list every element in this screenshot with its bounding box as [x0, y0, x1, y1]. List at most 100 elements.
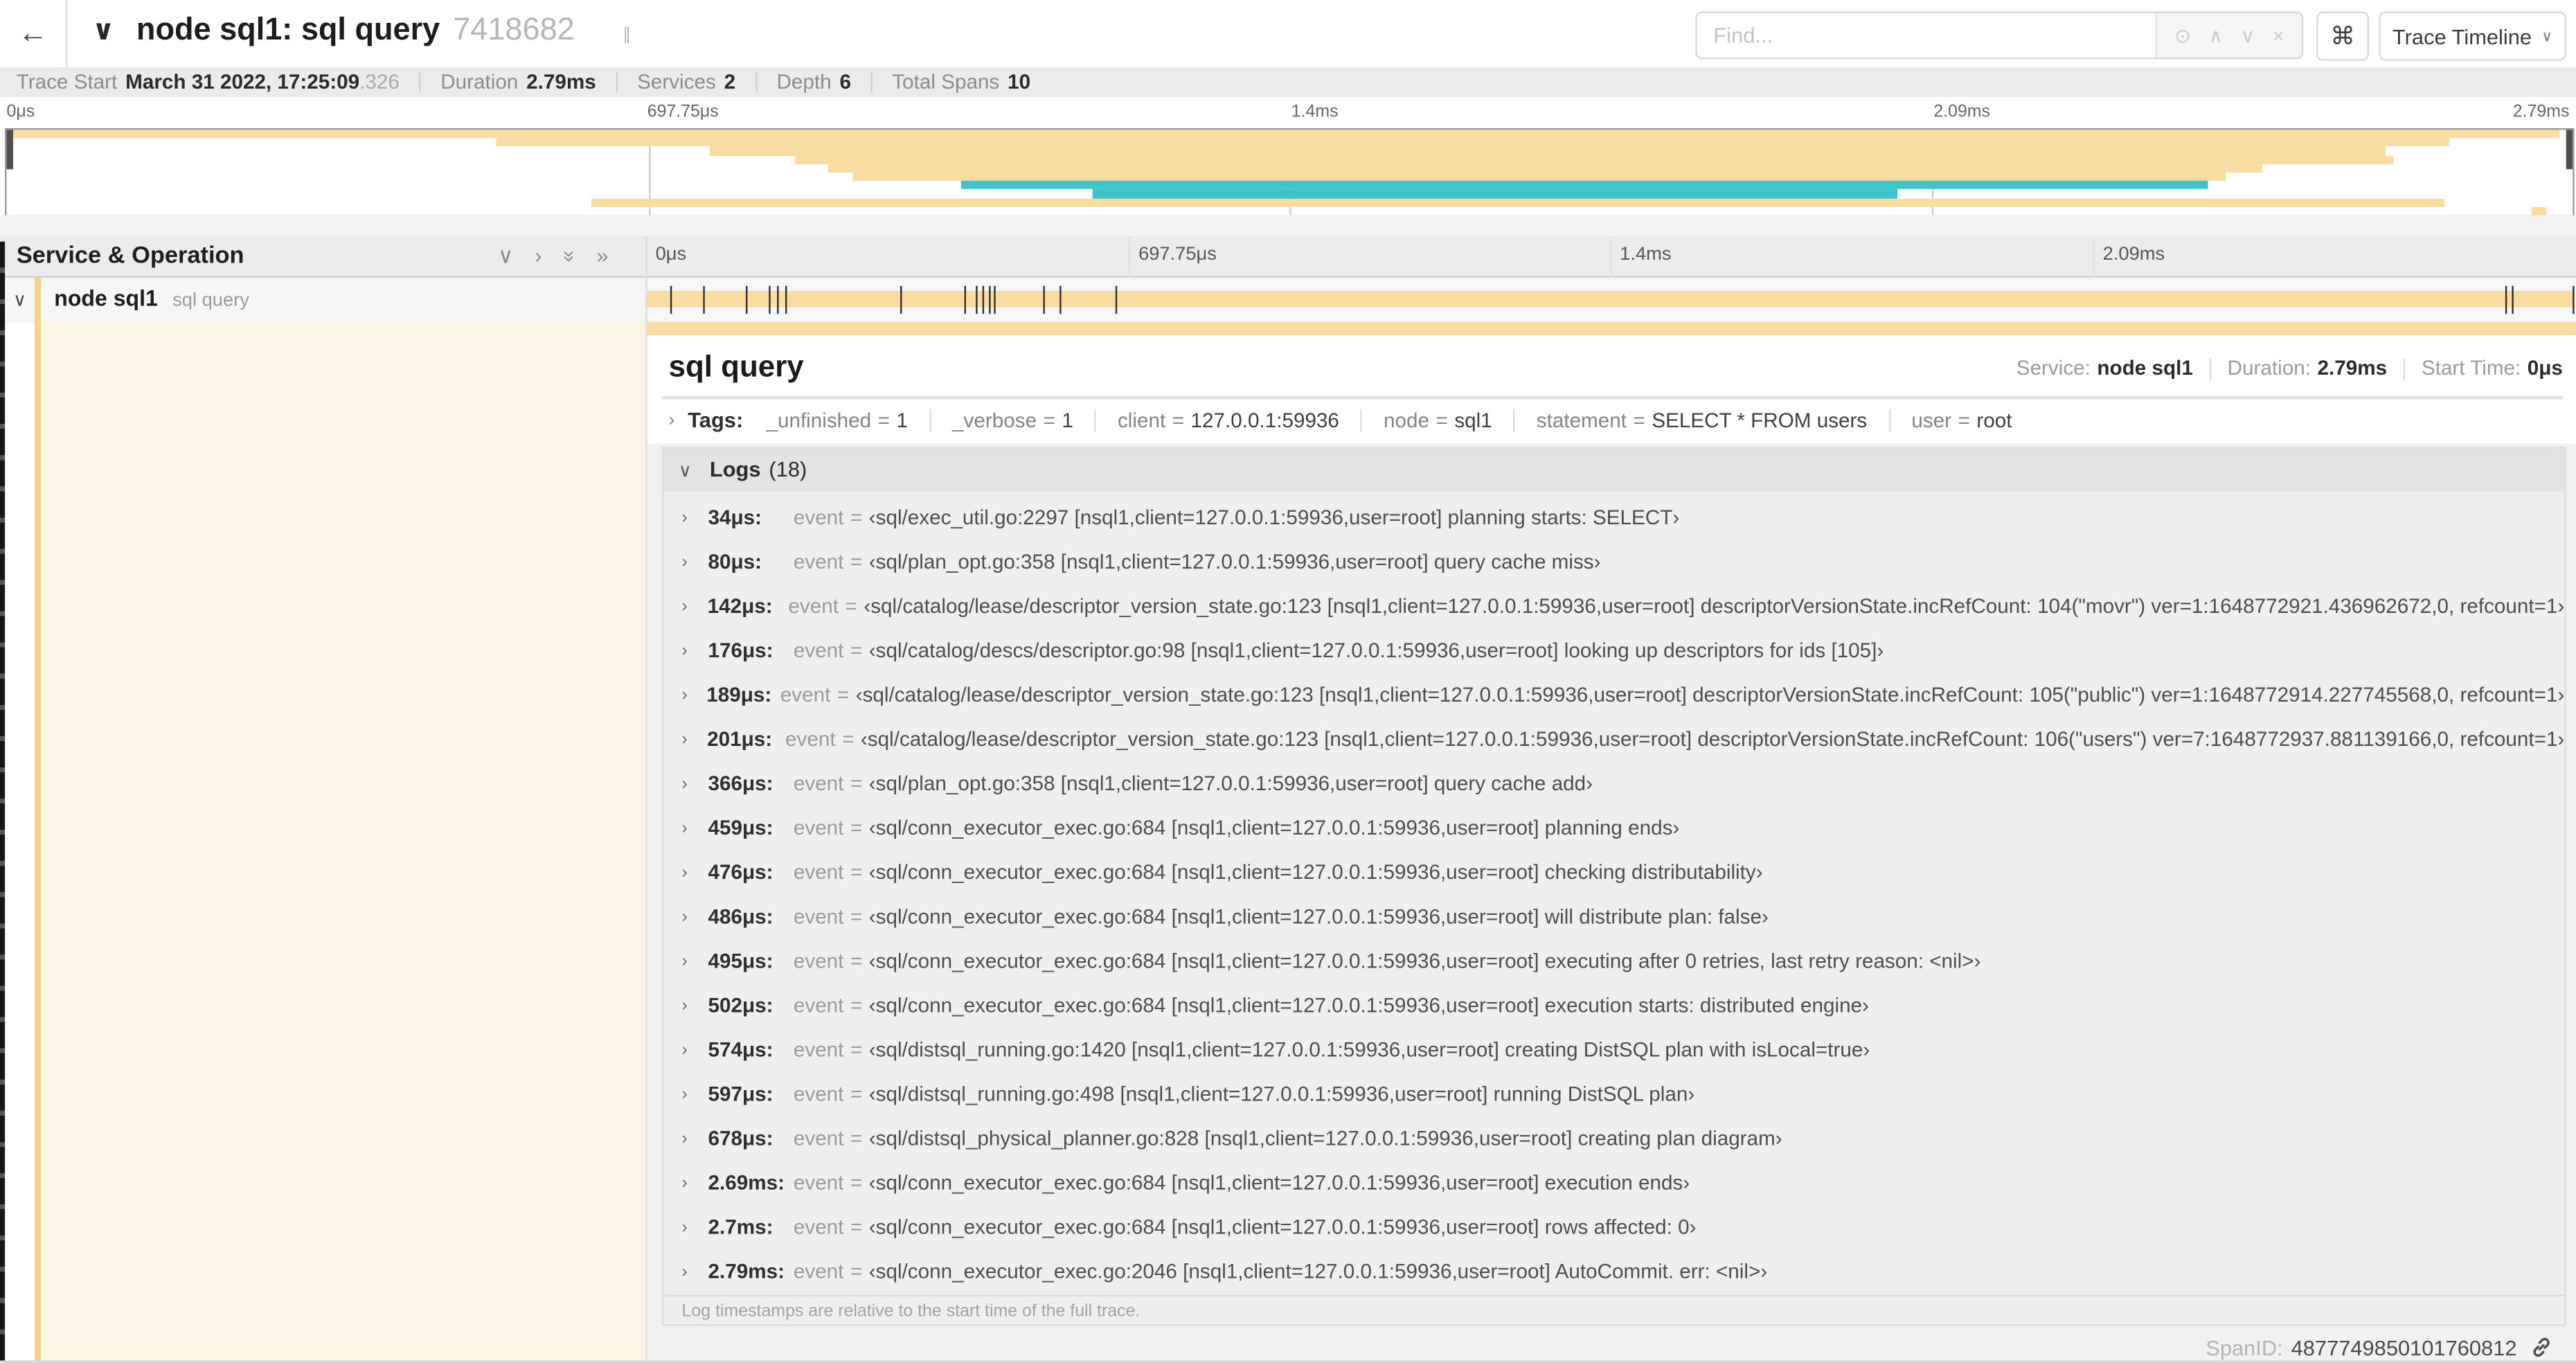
trace-collapse-chevron-icon[interactable]: ∨ — [92, 15, 115, 47]
log-field-key: event — [793, 815, 844, 839]
log-field-value: ‹sql/catalog/descs/descriptor.go:98 [nsq… — [868, 638, 1884, 661]
log-expand-icon[interactable]: › — [682, 950, 694, 970]
log-field-key: event — [793, 549, 844, 573]
log-row[interactable]: › 142μs: event = ‹sql/catalog/lease/descript… — [663, 583, 2565, 627]
ruler-tick-label: 697.75μs — [1138, 244, 1217, 265]
detail-meta: Service: node sql1 Duration: 2.79ms Start Ti… — [2016, 357, 2563, 380]
log-expand-icon[interactable]: › — [682, 1261, 694, 1281]
meta-separator — [2403, 357, 2406, 379]
tags-row[interactable]: › Tags: _unfinished = 1 _verbose = 1 client = 12… — [669, 407, 2012, 432]
tag-value: 127.0.0.1:59936 — [1190, 408, 1339, 431]
logs-header[interactable]: ∨ Logs (18) — [663, 448, 2565, 492]
keyboard-shortcuts-button[interactable]: ⌘ — [2316, 11, 2370, 61]
minimap-left-scrubber[interactable] — [6, 130, 13, 170]
log-marker-tick — [964, 285, 966, 314]
log-field-value: ‹sql/conn_executor_exec.go:684 [nsql1,cl… — [868, 993, 1869, 1017]
log-row[interactable]: › 459μs: event = ‹sql/conn_executor_exec.go:… — [663, 805, 2564, 849]
log-row[interactable]: › 597μs: event = ‹sql/distsql_running.go:498… — [663, 1071, 2564, 1116]
log-expand-icon[interactable]: › — [682, 551, 694, 571]
log-row[interactable]: › 2.7ms: event = ‹sql/conn_executor_exec.go:… — [663, 1204, 2564, 1249]
span-table-header: Service & Operation ∨ › » » — [0, 236, 2576, 278]
log-expand-icon[interactable]: › — [682, 640, 694, 659]
log-expand-icon[interactable]: › — [682, 1084, 694, 1103]
collapse-one-icon[interactable]: › — [535, 244, 542, 267]
log-field-key: event — [793, 949, 844, 972]
span-detail-panel: sql query Service: node sql1 Duration: 2.79… — [647, 335, 2576, 1363]
expand-one-icon[interactable]: » — [596, 244, 608, 267]
log-row[interactable]: › 176μs: event = ‹sql/catalog/descs/descript… — [663, 627, 2564, 672]
expand-all-icon[interactable]: » — [557, 251, 582, 262]
log-expand-icon[interactable]: › — [682, 729, 692, 748]
log-row[interactable]: › 476μs: event = ‹sql/conn_executor_exec.go:… — [663, 850, 2564, 894]
span-duration-bar[interactable] — [647, 290, 2575, 308]
log-equals: = — [850, 505, 863, 528]
log-row[interactable]: › 502μs: event = ‹sql/conn_executor_exec.go:… — [663, 983, 2564, 1027]
back-button[interactable]: ← — [0, 0, 68, 68]
log-expand-icon[interactable]: › — [682, 862, 694, 881]
log-row[interactable]: › 495μs: event = ‹sql/conn_executor_exec.go:… — [663, 938, 2564, 983]
prev-match-icon[interactable]: ∧ — [2208, 24, 2223, 46]
find-input[interactable] — [1697, 12, 2156, 58]
log-row[interactable]: › 201μs: event = ‹sql/catalog/lease/descript… — [663, 716, 2565, 760]
log-row[interactable]: › 2.69ms: event = ‹sql/conn_executor_exec.go… — [663, 1160, 2564, 1204]
logs-count: (18) — [769, 456, 807, 482]
log-expand-icon[interactable]: › — [682, 1173, 694, 1192]
tag-equals: = — [1958, 408, 1970, 431]
tags-expand-icon[interactable]: › — [669, 410, 675, 429]
log-field-value: ‹sql/catalog/lease/descriptor_version_st… — [855, 682, 2565, 706]
tag-value: sql1 — [1454, 408, 1492, 431]
command-icon: ⌘ — [2330, 23, 2355, 51]
log-field-value: ‹sql/conn_executor_exec.go:684 [nsql1,cl… — [868, 949, 1981, 972]
trace-info-item: Depth 6 — [776, 71, 850, 93]
log-marker-tick — [976, 285, 978, 314]
log-equals: = — [850, 1082, 863, 1105]
log-row[interactable]: › 2.79ms: event = ‹sql/conn_executor_exec.go… — [663, 1249, 2564, 1293]
next-match-icon[interactable]: ∨ — [2241, 24, 2255, 46]
log-equals: = — [850, 905, 863, 928]
log-expand-icon[interactable]: › — [682, 773, 694, 792]
log-expand-icon[interactable]: › — [682, 1040, 694, 1059]
log-expand-icon[interactable]: › — [682, 596, 693, 615]
log-row[interactable]: › 486μs: event = ‹sql/conn_executor_exec.go:… — [663, 894, 2564, 938]
log-row[interactable]: › 34μs: event = ‹sql/exec_util.go:2297 [nsql… — [663, 495, 2564, 539]
trace-view-selector[interactable]: Trace Timeline ∨ — [2379, 11, 2566, 61]
log-expand-icon[interactable]: › — [682, 1128, 694, 1148]
span-service-name: node sql1 — [54, 285, 158, 311]
tag-item: statement = SELECT * FROM users — [1537, 409, 1867, 431]
log-row[interactable]: › 574μs: event = ‹sql/distsql_running.go:142… — [663, 1027, 2564, 1071]
trace-info-value: 6 — [839, 71, 851, 94]
log-row[interactable]: › 678μs: event = ‹sql/distsql_physical_plann… — [663, 1116, 2564, 1160]
log-marker-tick — [994, 285, 996, 314]
log-expand-icon[interactable]: › — [682, 684, 692, 704]
log-expand-icon[interactable]: › — [682, 507, 694, 526]
log-expand-icon[interactable]: › — [682, 817, 694, 837]
log-expand-icon[interactable]: › — [682, 906, 694, 925]
tag-separator — [1360, 408, 1363, 431]
locate-icon[interactable]: ⊙ — [2174, 24, 2191, 46]
log-row[interactable]: › 366μs: event = ‹sql/plan_opt.go:358 [nsql1… — [663, 760, 2564, 805]
log-field-value: ‹sql/conn_executor_exec.go:684 [nsql1,cl… — [868, 1170, 1690, 1194]
logs-collapse-icon[interactable]: ∨ — [679, 460, 692, 481]
clear-search-icon[interactable]: × — [2273, 24, 2284, 46]
log-marker-tick — [2512, 285, 2514, 314]
minimap-right-scrubber[interactable] — [2566, 130, 2573, 170]
detail-span-bar[interactable] — [645, 321, 2576, 335]
log-timestamp: 678μs: — [708, 1126, 773, 1150]
timeline-minimap[interactable] — [5, 128, 2575, 217]
collapse-all-icon[interactable]: ∨ — [498, 244, 514, 267]
log-expand-icon[interactable]: › — [682, 1217, 694, 1236]
log-field-value: ‹sql/catalog/lease/descriptor_version_st… — [864, 594, 2565, 617]
span-row-service[interactable]: ∨ node sql1 sql query — [0, 277, 646, 324]
log-equals: = — [845, 594, 857, 617]
chevron-down-icon: ∨ — [2541, 27, 2552, 44]
span-collapse-chevron-icon[interactable]: ∨ — [13, 289, 26, 310]
tag-value: SELECT * FROM users — [1652, 408, 1868, 431]
tag-equals: = — [877, 408, 891, 431]
deep-link-icon[interactable] — [2530, 1336, 2552, 1359]
log-row[interactable]: › 80μs: event = ‹sql/plan_opt.go:358 [nsql1,… — [663, 539, 2564, 583]
log-expand-icon[interactable]: › — [682, 995, 694, 1014]
log-row[interactable]: › 189μs: event = ‹sql/catalog/lease/descript… — [663, 672, 2565, 716]
column-resize-grip[interactable]: ∥ — [623, 26, 631, 44]
tag-value: root — [1976, 408, 2012, 431]
log-field-key: event — [793, 1215, 844, 1238]
